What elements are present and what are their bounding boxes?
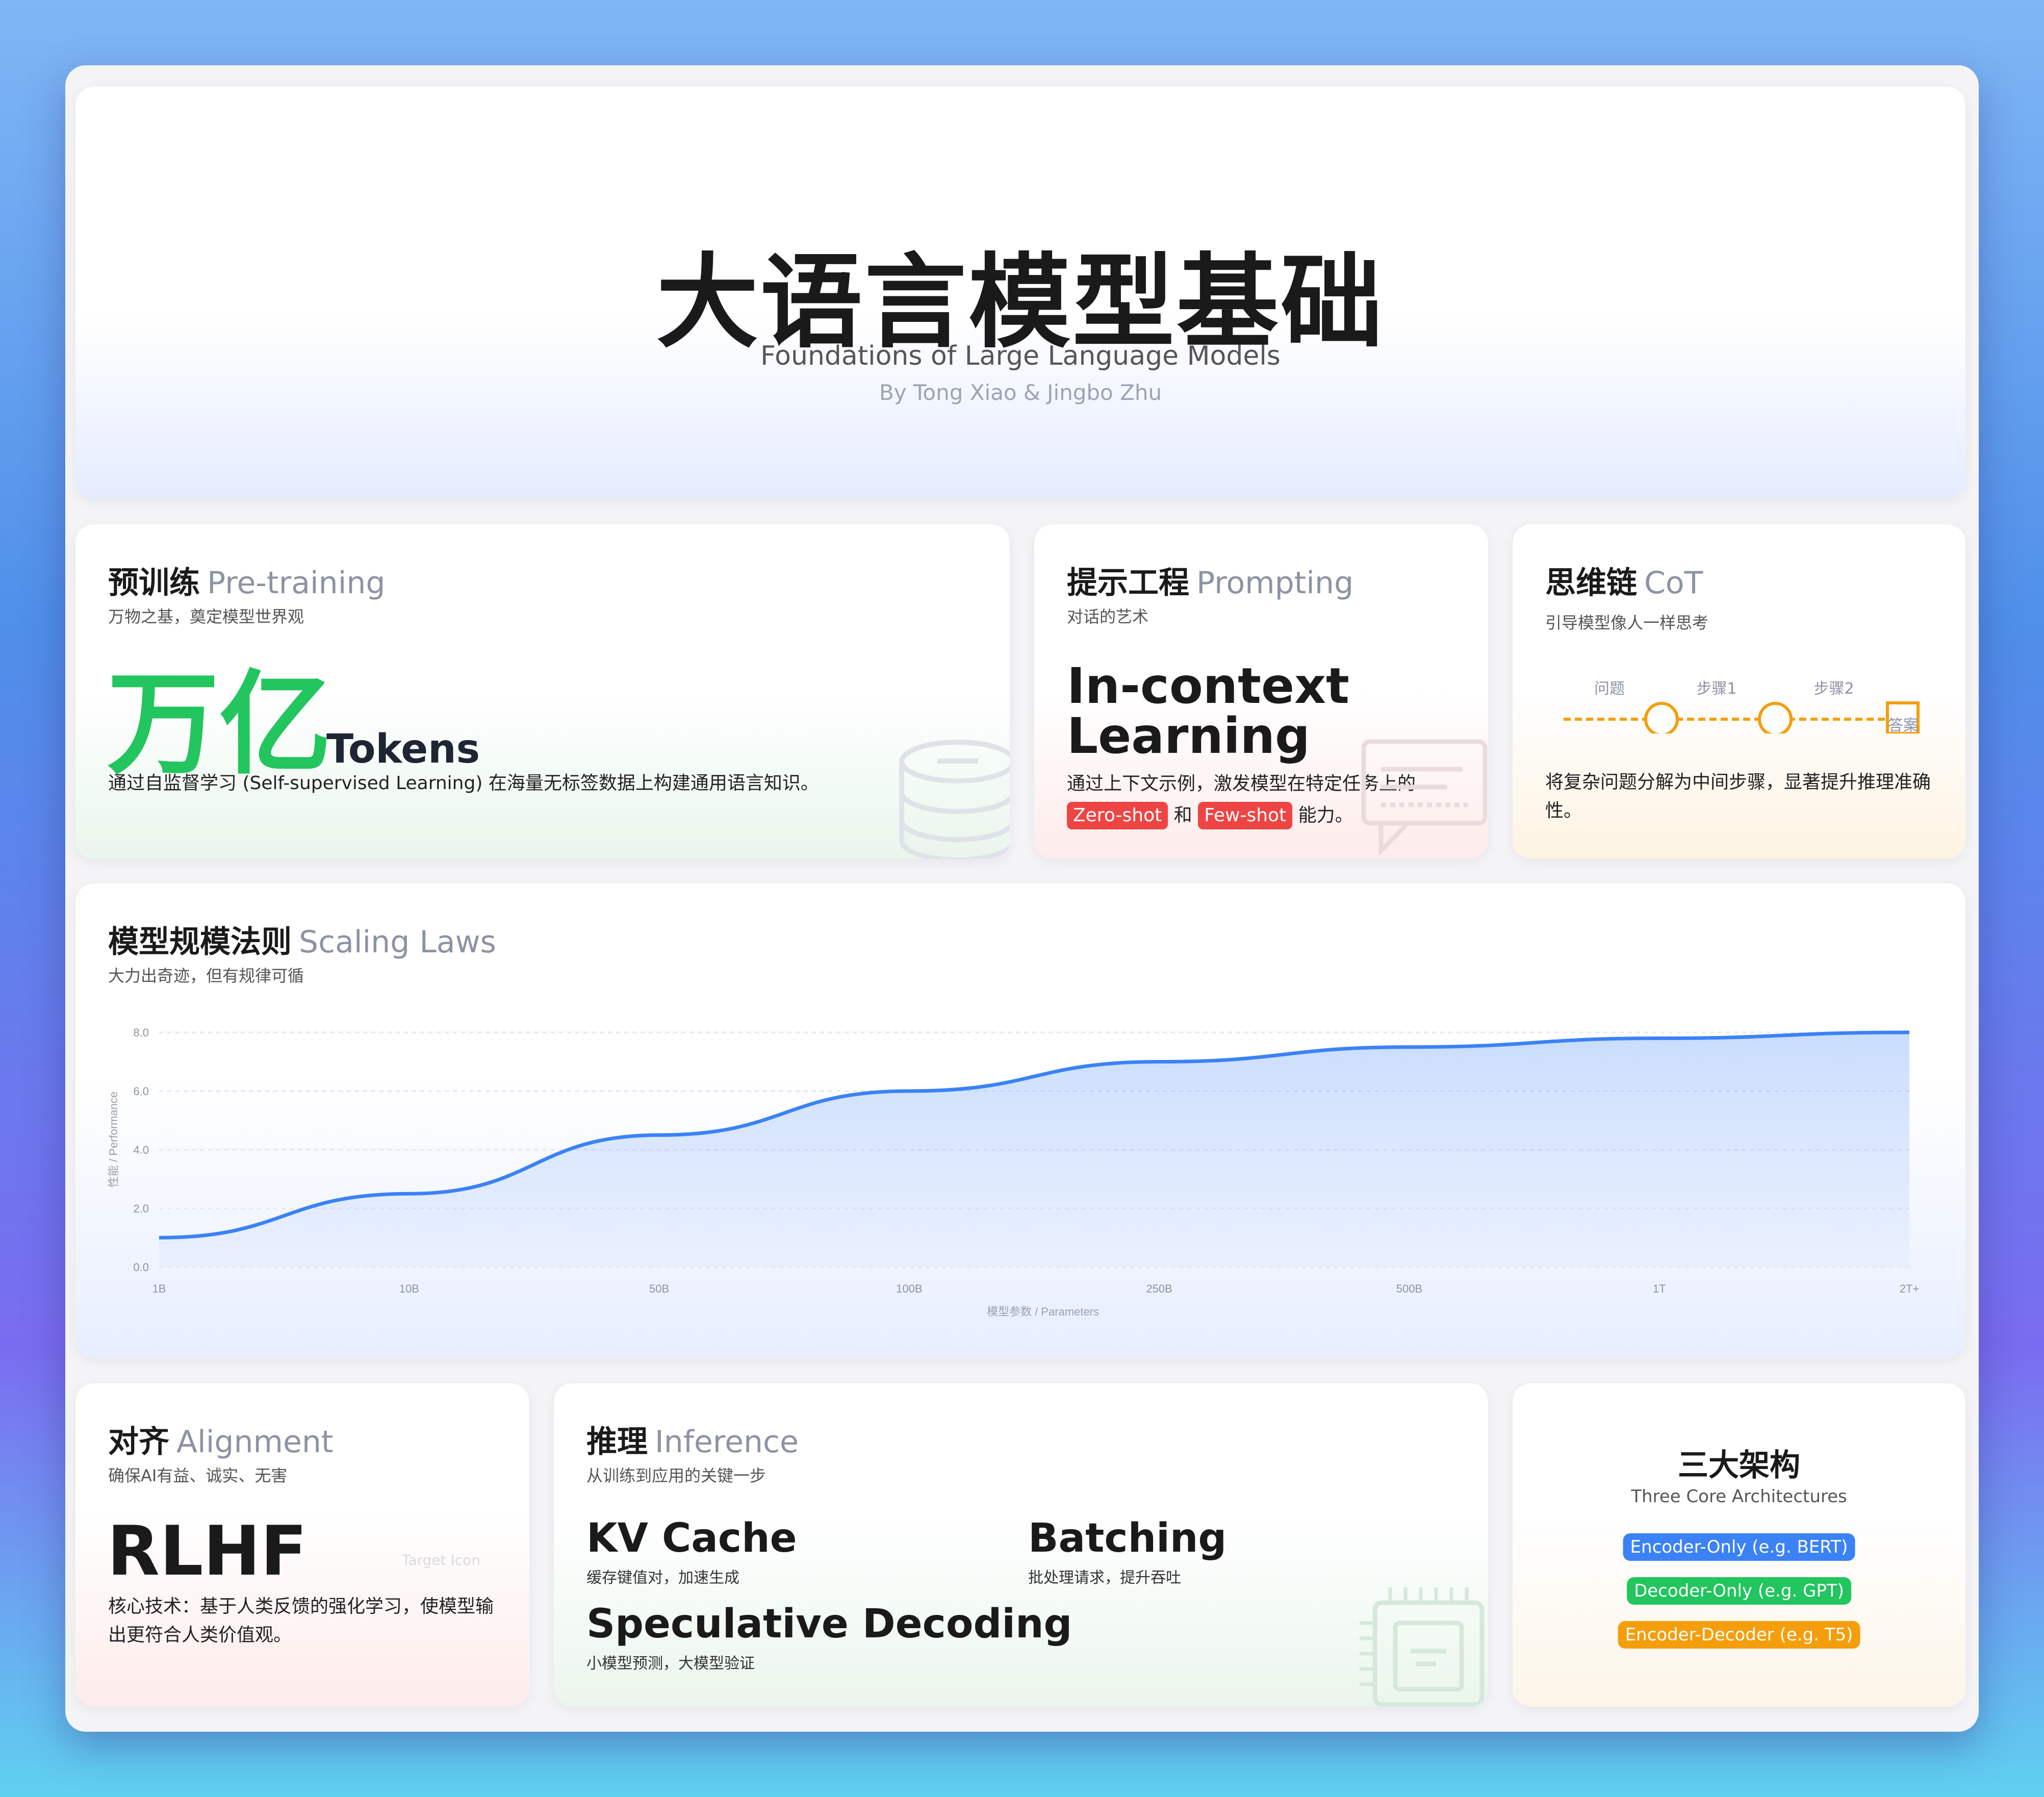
alignment-big-text: RLHF [107,1511,308,1591]
byline: By Tong Xiao & Jingbo Zhu [879,380,1162,405]
alignment-card: 对齐 Alignment 确保AI有益、诚实、无害 RLHF Target Ico… [75,1383,529,1707]
inference-item-batching: Batching 批处理请求，提升吞吐 [1028,1515,1227,1587]
x-tick-label: 1B [152,1282,166,1295]
prompting-headline-line2: Learning [1067,707,1310,765]
prompting-title-zh: 提示工程 [1067,565,1189,601]
pretraining-title-zh: 预训练 [108,565,200,601]
zero-shot-tag: Zero-shot [1067,802,1168,829]
x-tick-label: 1T [1653,1282,1666,1295]
pretraining-desc: 万物之基，奠定模型世界观 [108,607,304,626]
y-tick-label: 4.0 [133,1144,149,1156]
y-tick-label: 6.0 [133,1085,149,1098]
data-point [1657,1036,1662,1041]
cot-title-en: CoT [1644,565,1703,601]
y-tick-label: 2.0 [133,1202,149,1215]
cot-title: 思维链 CoT [1545,558,1703,602]
inference-card: 推理 Inference 从训练到应用的关键一步 KV Cache 缓存键值对，加… [554,1383,1488,1707]
inference-title-zh: 推理 [586,1424,648,1460]
x-tick-label: 50B [649,1282,669,1295]
pretraining-body: 通过自监督学习 (Self-supervised Learning) 在海量无标… [108,773,819,794]
database-icon [899,740,1010,859]
inference-title: 推理 Inference [586,1417,799,1461]
prompting-card: 提示工程 Prompting 对话的艺术 In-context Learning … [1034,524,1488,859]
decoder-only-tag: Decoder-Only (e.g. GPT) [1627,1577,1851,1605]
inference-item-kv-cache: KV Cache 缓存键值对，加速生成 [586,1515,797,1587]
prompting-desc: 对话的艺术 [1067,607,1149,626]
hero-card: 大语言模型基础 Foundations of Large Language Mo… [75,87,1965,499]
pretraining-unit: Tokens [326,726,480,772]
data-point [407,1192,411,1196]
cot-body: 将复杂问题分解为中间步骤，显著提升推理准确性。 [1545,772,1931,821]
inference-title-en: Inference [655,1424,799,1460]
data-point [1157,1060,1161,1064]
target-icon-placeholder: Target Icon [402,1552,481,1568]
cot-label-step2: 步骤2 [1813,680,1854,698]
inference-item-name: Batching [1028,1515,1227,1561]
cot-step2-node [1758,702,1793,733]
y-axis-label: 性能 / Performance [107,1092,120,1187]
data-point [907,1089,911,1093]
data-point [1407,1045,1411,1049]
data-point [657,1133,661,1137]
alignment-desc: 确保AI有益、诚实、无害 [108,1466,288,1485]
prompting-body-end: 能力。 [1298,805,1353,826]
prompting-headline: In-context Learning [1067,661,1349,761]
alignment-title: 对齐 Alignment [108,1417,333,1461]
prompting-headline-line1: In-context [1067,657,1349,715]
x-tick-label: 250B [1146,1282,1172,1295]
pretraining-big-number: 万亿 [107,659,332,790]
pretraining-title: 预训练 Pre-training [108,558,385,602]
architectures-card: 三大架构 Three Core Architectures Encoder-On… [1513,1383,1965,1707]
inference-item-speculative-decoding: Speculative Decoding 小模型预测，大模型验证 [586,1601,1072,1673]
encoder-only-tag: Encoder-Only (e.g. BERT) [1623,1533,1855,1561]
alignment-title-zh: 对齐 [108,1424,169,1460]
bento-frame: 大语言模型基础 Foundations of Large Language Mo… [65,65,1979,1732]
pretraining-title-en: Pre-training [207,565,386,601]
few-shot-tag: Few-shot [1198,802,1293,829]
cot-title-zh: 思维链 [1545,565,1637,601]
chat-bubble-icon [1361,739,1488,857]
inference-item-name: KV Cache [586,1515,797,1561]
y-tick-label: 8.0 [133,1026,149,1039]
x-tick-label: 10B [399,1282,419,1295]
inference-item-desc: 小模型预测，大模型验证 [586,1654,755,1673]
alignment-body: 核心技术：基于人类反馈的强化学习，使模型输出更符合人类价值观。 [108,1596,494,1646]
cot-card: 思维链 CoT 引导模型像人一样思考 问题 步骤1 步骤2 答案 将复杂问题分解为… [1513,524,1965,859]
alignment-title-en: Alignment [176,1424,334,1460]
inference-item-desc: 批处理请求，提升吞吐 [1028,1568,1181,1587]
cot-label-question: 问题 [1594,680,1625,698]
inference-item-desc: 缓存键值对，加速生成 [586,1568,739,1587]
cot-label-answer: 答案 [1888,717,1919,733]
cot-label-step1: 步骤1 [1696,680,1736,698]
page-subtitle: Foundations of Large Language Models [760,341,1281,371]
architectures-title: 三大架构 [1678,1448,1800,1483]
y-tick-label: 0.0 [133,1261,149,1274]
prompting-title-en: Prompting [1196,565,1354,601]
inference-item-name: Speculative Decoding [586,1601,1072,1647]
data-point [1907,1030,1911,1034]
prompting-join: 和 [1173,805,1192,826]
cot-desc: 引导模型像人一样思考 [1545,613,1709,632]
encoder-decoder-tag: Encoder-Decoder (e.g. T5) [1618,1621,1860,1649]
chip-icon [1360,1587,1485,1707]
x-tick-label: 500B [1396,1282,1422,1295]
scaling-chart: 0.0 2.0 4.0 6.0 8.0 1B 10B 50B 100B 250B 500B 1T 2T+… [107,1026,1920,1318]
cot-step1-node [1644,702,1679,733]
x-tick-label: 100B [896,1282,922,1295]
x-tick-label: 2T+ [1900,1282,1920,1295]
architectures-subtitle: Three Core Architectures [1631,1486,1847,1507]
cot-flow-diagram: 问题 步骤1 步骤2 答案 [1564,680,1920,733]
scaling-card: 模型规模法则 Scaling Laws 大力出奇迹，但有规律可循 0.0 2.0 4.… [75,883,1965,1358]
data-point [157,1236,161,1240]
x-axis-label: 模型参数 / Parameters [987,1305,1099,1318]
prompting-title: 提示工程 Prompting [1067,558,1353,602]
pretraining-card: 预训练 Pre-training 万物之基，奠定模型世界观 万亿 Tokens 通… [75,524,1010,859]
inference-desc: 从训练到应用的关键一步 [586,1466,767,1485]
